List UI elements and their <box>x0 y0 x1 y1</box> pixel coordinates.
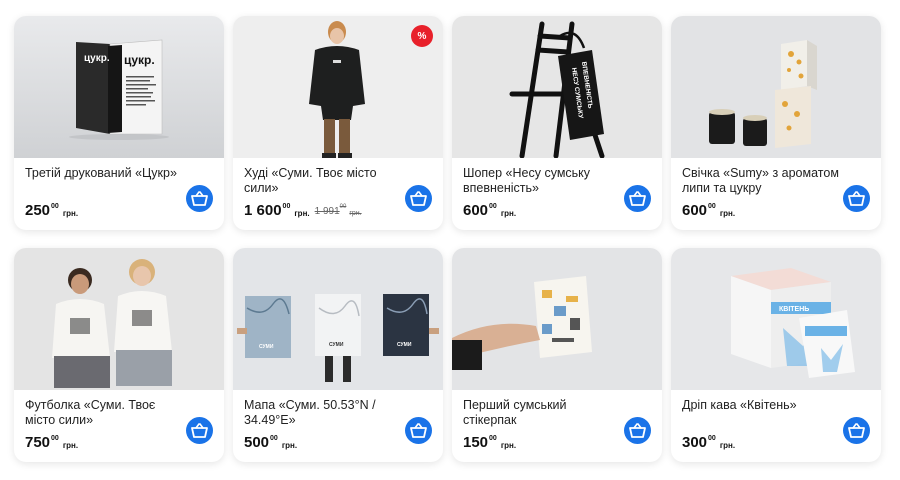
add-to-cart-button[interactable] <box>405 185 432 212</box>
add-to-cart-button[interactable] <box>186 185 213 212</box>
product-card[interactable]: НЕСУ СУМСЬКУ ВПЕВНЕНІСТЬ Шопер «Несу сум… <box>452 16 662 230</box>
product-price: 600 00 грн. <box>682 202 736 219</box>
product-price: 1 600 00 грн. 1 991 00 грн. <box>244 202 362 219</box>
product-title[interactable]: Дріп кава «Квітень» <box>682 398 842 413</box>
add-to-cart-button[interactable] <box>624 417 651 444</box>
product-price: 500 00 грн. <box>244 434 298 451</box>
basket-icon <box>191 423 208 438</box>
svg-text:СУМИ: СУМИ <box>259 344 274 350</box>
product-image-book[interactable]: цукр. цукр. <box>14 16 224 158</box>
product-image-hoodie[interactable]: % <box>233 16 443 158</box>
product-card[interactable]: КВІТЕНЬ Дріп кава «Квітень» 300 00 грн. <box>671 248 881 462</box>
basket-icon <box>848 423 865 438</box>
add-to-cart-button[interactable] <box>405 417 432 444</box>
add-to-cart-button[interactable] <box>186 417 213 444</box>
product-grid: цукр. цукр. Третій друкований «Цукр» 250… <box>14 16 881 462</box>
product-title[interactable]: Свічка «Sumy» з ароматом липи та цукру <box>682 166 842 196</box>
basket-icon <box>410 423 427 438</box>
product-image-map[interactable]: СУМИ СУМИ СУМИ <box>233 248 443 390</box>
product-image-drip-coffee[interactable]: КВІТЕНЬ <box>671 248 881 390</box>
sale-badge: % <box>411 25 433 47</box>
basket-icon <box>191 191 208 206</box>
product-image-tote-bag[interactable]: НЕСУ СУМСЬКУ ВПЕВНЕНІСТЬ <box>452 16 662 158</box>
add-to-cart-button[interactable] <box>624 185 651 212</box>
product-title[interactable]: Худі «Суми. Твоє місто сили» <box>244 166 404 196</box>
product-title[interactable]: Футболка «Суми. Твоє місто сили» <box>25 398 185 428</box>
product-card[interactable]: цукр. цукр. Третій друкований «Цукр» 250… <box>14 16 224 230</box>
product-image-stickerpack[interactable] <box>452 248 662 390</box>
add-to-cart-button[interactable] <box>843 417 870 444</box>
product-title[interactable]: Третій друкований «Цукр» <box>25 166 185 181</box>
product-title[interactable]: Мапа «Суми. 50.53°N / 34.49°E» <box>244 398 404 428</box>
svg-text:цукр.: цукр. <box>84 53 110 64</box>
svg-text:СУМИ: СУМИ <box>397 342 412 348</box>
product-card[interactable]: СУМИ СУМИ СУМИ Мапа «Суми. 50.53°N / 34.… <box>233 248 443 462</box>
product-price: 750 00 грн. <box>25 434 79 451</box>
product-price: 300 00 грн. <box>682 434 736 451</box>
add-to-cart-button[interactable] <box>843 185 870 212</box>
product-card[interactable]: Перший сумський стікерпак 150 00 грн. <box>452 248 662 462</box>
product-title[interactable]: Шопер «Несу сумську впевненість» <box>463 166 623 196</box>
product-title[interactable]: Перший сумський стікерпак <box>463 398 623 428</box>
product-image-tshirt[interactable] <box>14 248 224 390</box>
basket-icon <box>629 191 646 206</box>
product-price: 250 00 грн. <box>25 202 79 219</box>
product-card[interactable]: % Худі «Суми. Твоє місто сили» 1 600 00 … <box>233 16 443 230</box>
product-image-candle[interactable] <box>671 16 881 158</box>
product-price: 600 00 грн. <box>463 202 517 219</box>
map-label: СУМИ <box>329 342 344 348</box>
basket-icon <box>410 191 427 206</box>
product-card[interactable]: Свічка «Sumy» з ароматом липи та цукру 6… <box>671 16 881 230</box>
coffee-brand-text: КВІТЕНЬ <box>779 306 809 313</box>
basket-icon <box>848 191 865 206</box>
old-price: 1 991 00 грн. <box>314 204 362 217</box>
basket-icon <box>629 423 646 438</box>
product-card[interactable]: Футболка «Суми. Твоє місто сили» 750 00 … <box>14 248 224 462</box>
product-price: 150 00 грн. <box>463 434 517 451</box>
book-cover-text: цукр. <box>124 53 155 67</box>
